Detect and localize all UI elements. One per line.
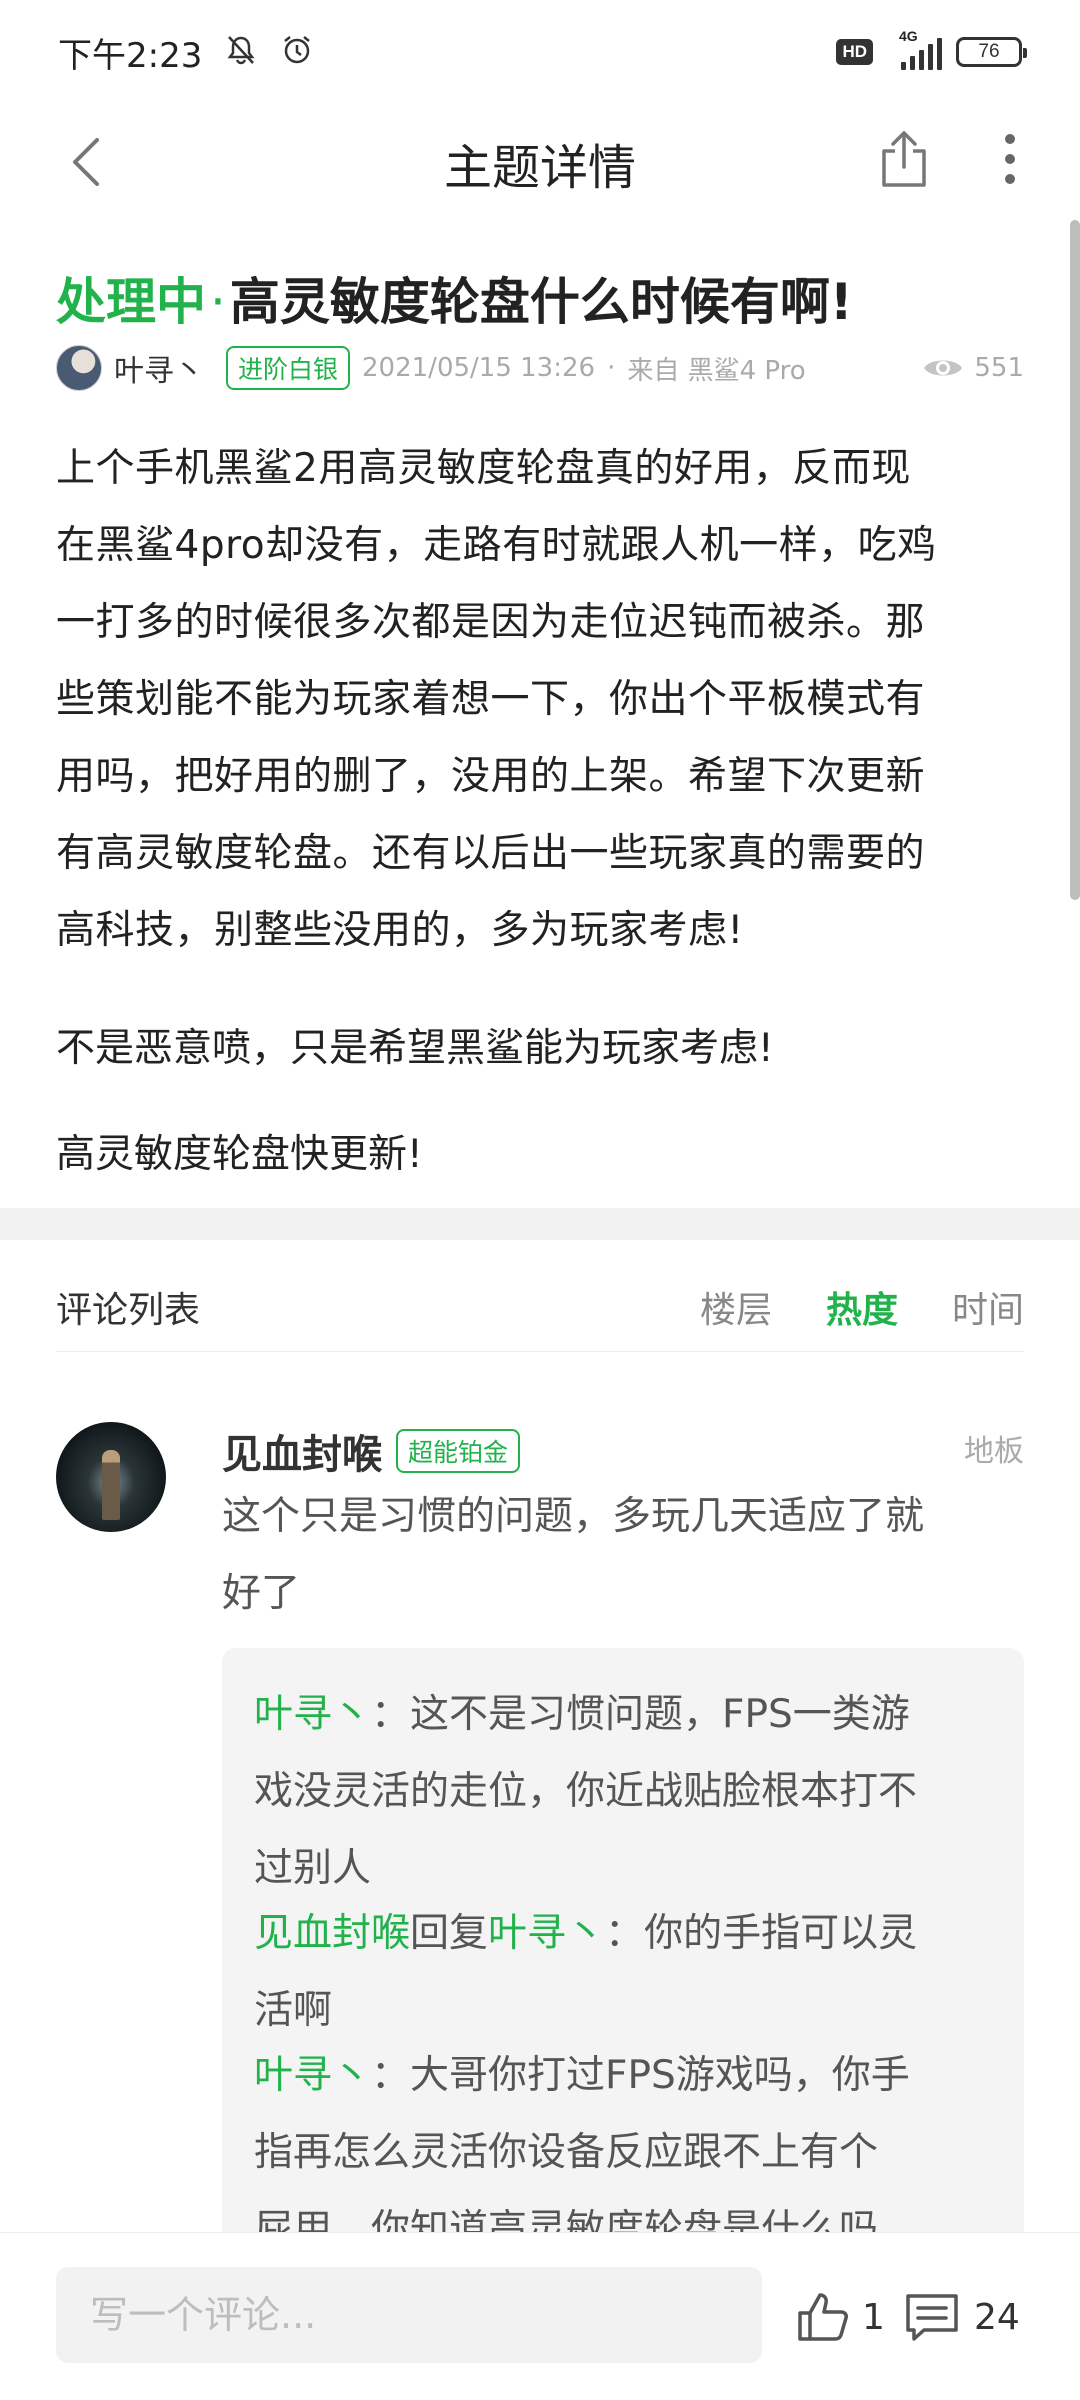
comment-list-title: 评论列表 bbox=[56, 1289, 201, 1331]
comment-icon bbox=[906, 2294, 958, 2341]
post-paragraph: 高灵敏度轮盘快更新! bbox=[56, 1132, 423, 1177]
reply-line: 你的手指可以灵 bbox=[644, 1911, 918, 1956]
reply-item[interactable]: 叶寻丶：大哥你打过FPS游戏吗，你手 指再怎么灵活你设备反应跟不上有个 屁用，你… bbox=[254, 2037, 992, 2248]
body-line: 高科技，别整些没用的，多为玩家考虑! bbox=[56, 908, 744, 953]
status-time: 下午2:23 bbox=[58, 35, 203, 76]
bell-off-icon bbox=[224, 33, 258, 71]
share-button[interactable] bbox=[872, 114, 936, 204]
body-line: 些策划能不能为玩家着想一下，你出个平板模式有 bbox=[56, 677, 926, 722]
view-count-value: 551 bbox=[974, 353, 1024, 383]
commenter-name-row: 见血封喉 超能铂金 bbox=[222, 1422, 521, 1480]
thumb-up-icon bbox=[798, 2293, 848, 2341]
section-divider bbox=[0, 1208, 1080, 1240]
battery-level: 76 bbox=[978, 41, 1000, 62]
comment-input[interactable] bbox=[56, 2267, 762, 2363]
reply-line: 这不是习惯问题，FPS一类游 bbox=[410, 1692, 910, 1737]
commenter-name[interactable]: 见血封喉 bbox=[222, 1422, 382, 1480]
hd-badge: HD bbox=[836, 39, 873, 65]
alarm-icon bbox=[280, 33, 314, 71]
signal-icon: 4G bbox=[887, 28, 942, 70]
sort-hot-tab[interactable]: 热度 bbox=[826, 1281, 898, 1333]
comment-list-header: 评论列表 楼层 热度 时间 bbox=[56, 1262, 1024, 1352]
like-count: 1 bbox=[862, 2296, 885, 2338]
comment-sort-tabs: 楼层 热度 时间 bbox=[700, 1281, 1024, 1333]
commenter-avatar[interactable] bbox=[56, 1422, 166, 1532]
comment-line: 这个只是习惯的问题，多玩几天适应了就 bbox=[222, 1494, 925, 1539]
author-badge: 进阶白银 bbox=[226, 346, 351, 390]
post-date: 2021/05/15 13:26 bbox=[362, 353, 596, 383]
sort-floor-tab[interactable]: 楼层 bbox=[700, 1281, 772, 1333]
reply-line: 指再怎么灵活你设备反应跟不上有个 bbox=[254, 2130, 879, 2175]
reply-colon: ： bbox=[371, 1692, 411, 1737]
eye-icon bbox=[924, 360, 963, 376]
reply-box[interactable]: 叶寻丶：这不是习惯问题，FPS一类游 戏没灵活的走位，你近战贴脸根本打不 过别人… bbox=[222, 1648, 1024, 2248]
body-line: 上个手机黑鲨2用高灵敏度轮盘真的好用，反而现 bbox=[56, 446, 911, 491]
comment-text[interactable]: 这个只是习惯的问题，多玩几天适应了就 好了 bbox=[222, 1478, 1024, 1632]
reply-line: 戏没灵活的走位，你近战贴脸根本打不 bbox=[254, 1769, 918, 1814]
sort-time-tab[interactable]: 时间 bbox=[952, 1281, 1024, 1333]
reply-connector: 回复 bbox=[410, 1911, 489, 1956]
post-status: 处理中 bbox=[56, 273, 206, 331]
post-body: 上个手机黑鲨2用高灵敏度轮盘真的好用，反而现 在黑鲨4pro却没有，走路有时就跟… bbox=[56, 430, 1024, 969]
reply-item[interactable]: 叶寻丶：这不是习惯问题，FPS一类游 戏没灵活的走位，你近战贴脸根本打不 过别人 bbox=[254, 1676, 992, 1907]
reply-colon: ： bbox=[605, 1911, 645, 1956]
title-dot: · bbox=[210, 273, 226, 331]
post-source: 来自 黑鲨4 Pro bbox=[627, 355, 806, 386]
body-line: 有高灵敏度轮盘。还有以后出一些玩家真的需要的 bbox=[56, 831, 926, 876]
reply-target[interactable]: 叶寻丶 bbox=[488, 1911, 605, 1956]
nav-bar: 主题详情 bbox=[0, 104, 1080, 222]
reply-line: 大哥你打过FPS游戏吗，你手 bbox=[410, 2053, 910, 2098]
post-paragraph: 不是恶意喷，只是希望黑鲨能为玩家考虑! bbox=[56, 1026, 774, 1071]
network-type: 4G bbox=[899, 28, 918, 44]
view-count: 551 bbox=[922, 353, 1024, 383]
reply-author[interactable]: 叶寻丶 bbox=[254, 2053, 371, 2098]
reply-author[interactable]: 叶寻丶 bbox=[254, 1692, 371, 1737]
body-line: 在黑鲨4pro却没有，走路有时就跟人机一样，吃鸡 bbox=[56, 523, 937, 568]
scrollbar[interactable] bbox=[1070, 220, 1080, 900]
share-icon bbox=[882, 131, 926, 187]
meta-separator: · bbox=[607, 353, 616, 383]
status-bar: 下午2:23 HD 4G 76 bbox=[0, 0, 1080, 104]
author-name[interactable]: 叶寻丶 bbox=[114, 346, 204, 390]
post-title-text: 高灵敏度轮盘什么时候有啊! bbox=[229, 273, 853, 331]
battery-icon: 76 bbox=[956, 37, 1027, 67]
more-icon bbox=[1005, 134, 1015, 184]
like-button[interactable]: 1 bbox=[796, 2277, 885, 2357]
comment-count: 24 bbox=[974, 2296, 1020, 2338]
body-line: 一打多的时候很多次都是因为走位迟钝而被杀。那 bbox=[56, 600, 926, 645]
reply-item[interactable]: 见血封喉回复叶寻丶：你的手指可以灵 活啊 bbox=[254, 1895, 992, 2049]
status-icons-left bbox=[224, 33, 314, 71]
commenter-badge: 超能铂金 bbox=[396, 1429, 521, 1473]
post-title: 处理中·高灵敏度轮盘什么时候有啊! bbox=[56, 262, 1016, 334]
bottom-bar: 1 24 bbox=[0, 2232, 1080, 2400]
reply-colon: ： bbox=[371, 2053, 411, 2098]
reply-author[interactable]: 见血封喉 bbox=[254, 1911, 410, 1956]
post-meta: 叶寻丶 进阶白银 2021/05/15 13:26 · 来自 黑鲨4 Pro 5… bbox=[56, 342, 1024, 394]
comment-line: 好了 bbox=[222, 1571, 301, 1616]
comment-floor-label: 地板 bbox=[964, 1434, 1024, 1469]
body-line: 用吗，把好用的删了，没用的上架。希望下次更新 bbox=[56, 754, 926, 799]
author-avatar[interactable] bbox=[56, 345, 102, 391]
status-icons-right: HD 4G 76 bbox=[836, 28, 1027, 70]
comment-button[interactable]: 24 bbox=[904, 2277, 1020, 2357]
more-button[interactable] bbox=[990, 114, 1030, 204]
